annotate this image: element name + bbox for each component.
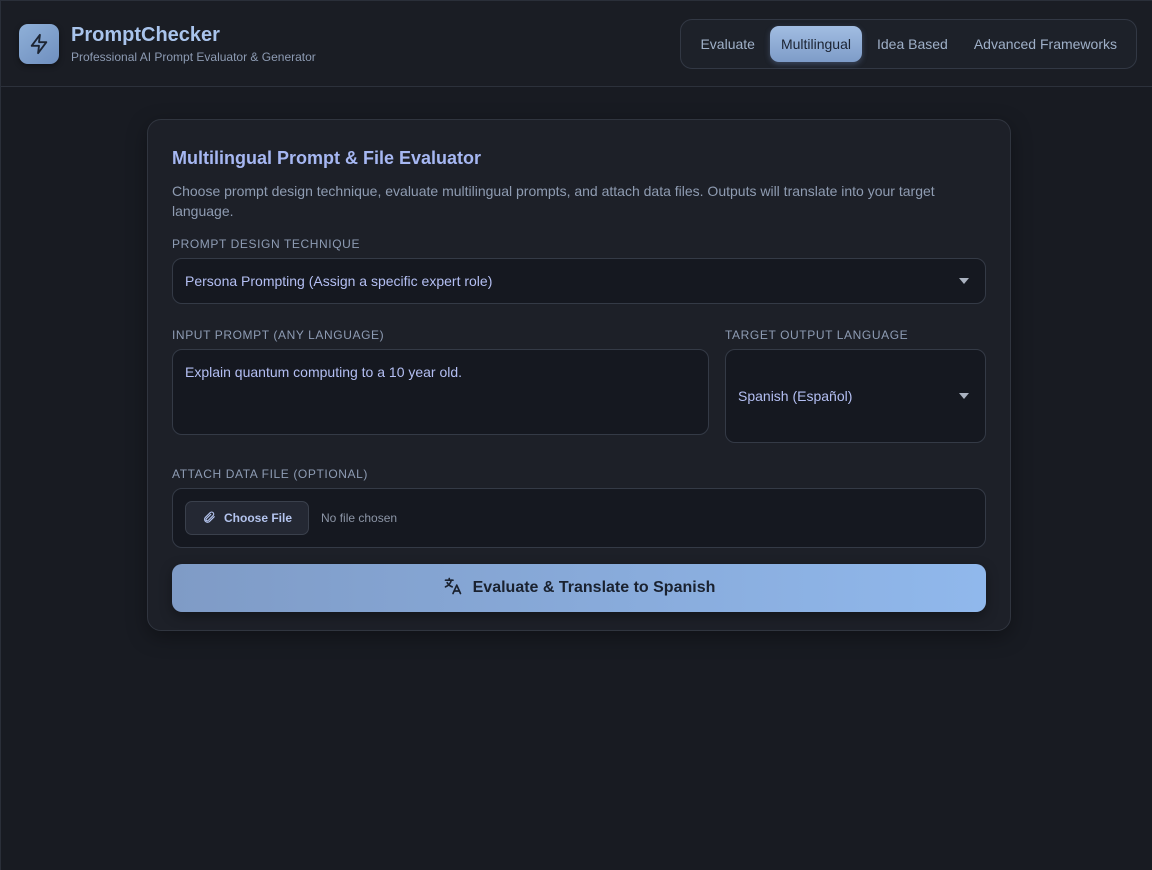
technique-label: Prompt Design Technique bbox=[172, 237, 361, 251]
target-language-select[interactable]: Spanish (Español) bbox=[725, 349, 986, 443]
app-name: PromptChecker bbox=[71, 23, 220, 46]
input-prompt-textarea[interactable]: Explain quantum computing to a 10 year o… bbox=[172, 349, 709, 435]
technique-selected-value: Persona Prompting (Assign a specific exp… bbox=[185, 273, 493, 289]
target-language-label: Target Output Language bbox=[725, 328, 909, 342]
tab-multilingual[interactable]: Multilingual bbox=[769, 25, 862, 62]
attach-file-label: Attach Data File (Optional) bbox=[172, 467, 368, 481]
choose-file-button[interactable]: Choose File bbox=[185, 501, 310, 535]
brand-text: PromptChecker Professional AI Prompt Eva… bbox=[71, 24, 316, 64]
prompt-language-row: Input Prompt (Any Language) Explain quan… bbox=[172, 328, 986, 443]
input-prompt-label: Input Prompt (Any Language) bbox=[172, 328, 385, 342]
tab-advanced-frameworks[interactable]: Advanced Frameworks bbox=[963, 26, 1128, 62]
target-language-selected-value: Spanish (Español) bbox=[738, 388, 853, 404]
language-column: Target Output Language Spanish (Español) bbox=[725, 328, 986, 443]
app-root: PromptChecker Professional AI Prompt Eva… bbox=[0, 0, 1152, 870]
evaluator-card: Multilingual Prompt & File Evaluator Cho… bbox=[147, 119, 1011, 631]
tab-evaluate[interactable]: Evaluate bbox=[689, 26, 765, 62]
card-description: Choose prompt design technique, evaluate… bbox=[172, 183, 935, 219]
card-title: Multilingual Prompt & File Evaluator bbox=[172, 148, 482, 168]
translate-icon bbox=[443, 576, 463, 601]
technique-select[interactable]: Persona Prompting (Assign a specific exp… bbox=[172, 258, 986, 304]
choose-file-label: Choose File bbox=[224, 511, 293, 525]
main-nav: Evaluate Multilingual Idea Based Advance… bbox=[680, 18, 1137, 69]
tab-idea-based[interactable]: Idea Based bbox=[866, 26, 959, 62]
lightning-icon bbox=[19, 23, 59, 64]
paperclip-icon bbox=[202, 510, 216, 527]
brand: PromptChecker Professional AI Prompt Eva… bbox=[19, 23, 316, 64]
app-header: PromptChecker Professional AI Prompt Eva… bbox=[1, 1, 1152, 87]
prompt-column: Input Prompt (Any Language) Explain quan… bbox=[172, 328, 709, 443]
chevron-down-icon bbox=[959, 278, 969, 284]
app-tagline: Professional AI Prompt Evaluator & Gener… bbox=[71, 49, 316, 64]
file-status: No file chosen bbox=[321, 511, 398, 525]
evaluate-translate-button[interactable]: Evaluate & Translate to Spanish bbox=[172, 564, 986, 612]
chevron-down-icon bbox=[959, 393, 969, 399]
submit-label: Evaluate & Translate to Spanish bbox=[472, 579, 716, 596]
file-input-box: Choose File No file chosen bbox=[172, 488, 986, 548]
